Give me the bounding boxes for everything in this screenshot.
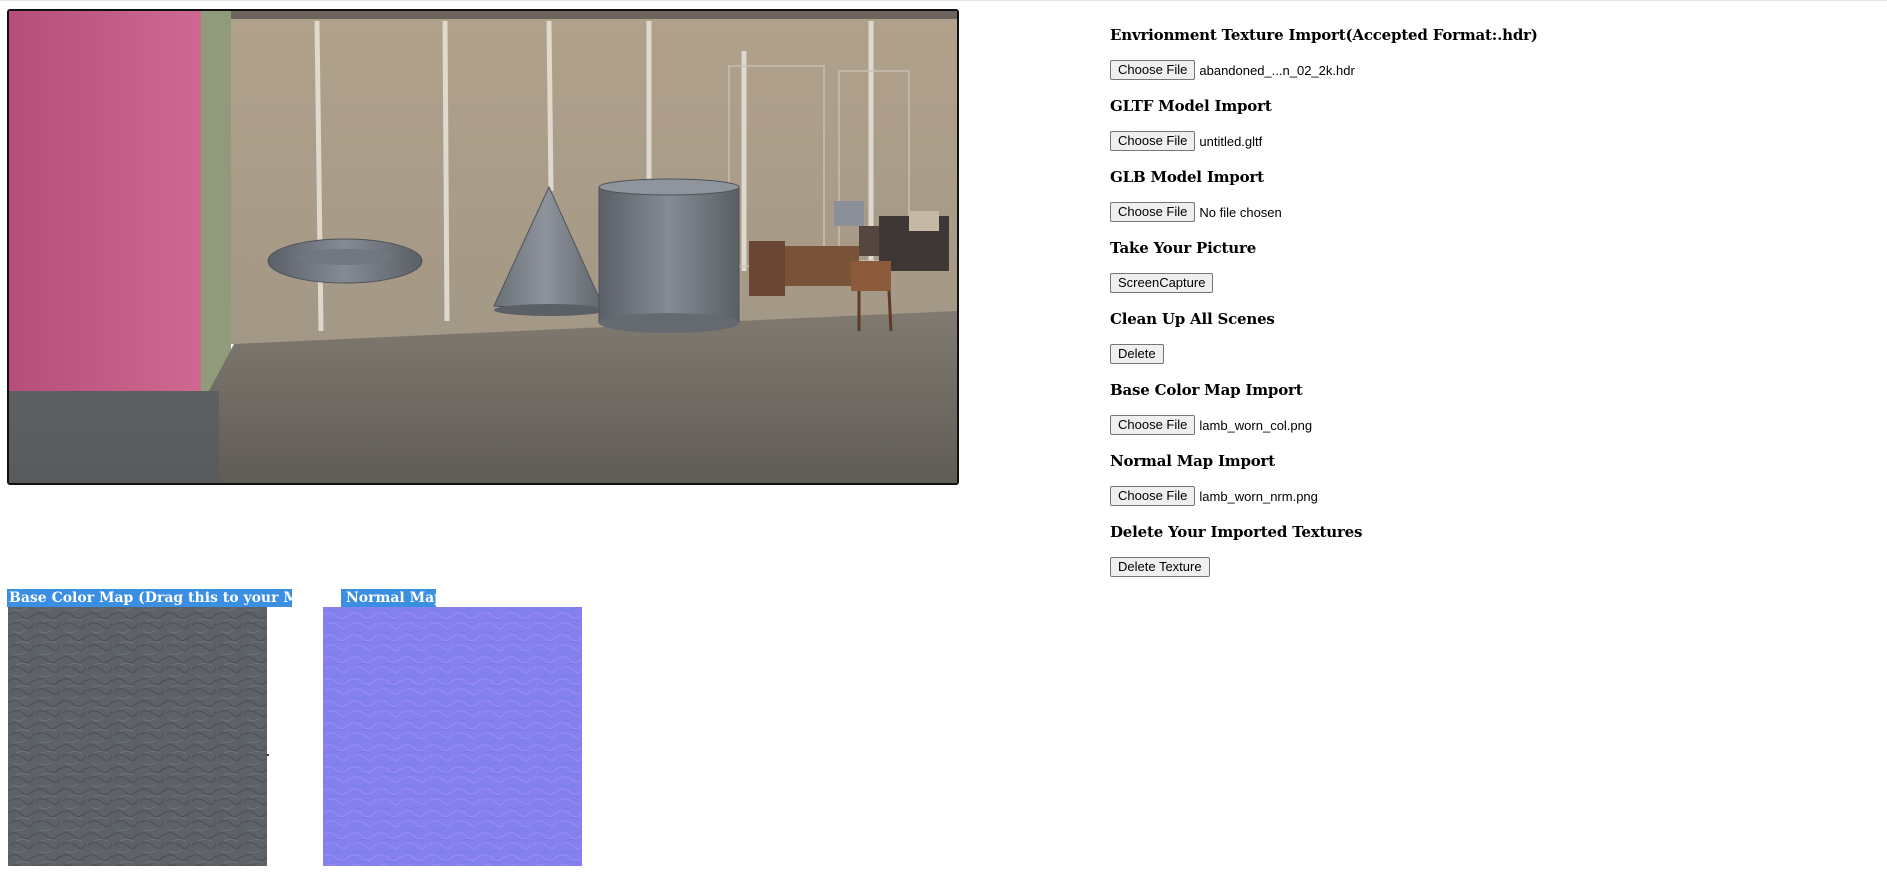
3d-viewport-canvas[interactable] xyxy=(7,9,959,485)
normal-map-file-input[interactable]: Choose File lamb_worn_nrm.png xyxy=(1110,486,1318,506)
env-choose-file-button[interactable]: Choose File xyxy=(1110,60,1196,80)
base-color-file-name: lamb_worn_col.png xyxy=(1199,417,1313,433)
glb-import-heading: GLB Model Import xyxy=(1110,168,1264,186)
normal-map-file-name: lamb_worn_nrm.png xyxy=(1199,488,1318,504)
cylinder-mesh[interactable] xyxy=(598,178,740,333)
gltf-file-name: untitled.gltf xyxy=(1199,133,1263,149)
delete-texture-row: Delete Texture xyxy=(1110,557,1210,577)
env-file-name: abandoned_...n_02_2k.hdr xyxy=(1199,62,1355,78)
base-color-map-swatch[interactable] xyxy=(8,607,267,866)
env-texture-heading: Envrionment Texture Import(Accepted Form… xyxy=(1110,26,1538,44)
base-color-choose-file-button[interactable]: Choose File xyxy=(1110,415,1196,435)
gltf-file-input[interactable]: Choose File untitled.gltf xyxy=(1110,131,1262,151)
normal-map-label: Normal Map xyxy=(341,589,436,607)
gltf-import-heading: GLTF Model Import xyxy=(1110,97,1272,115)
top-divider xyxy=(0,0,1887,1)
screencapture-button[interactable]: ScreenCapture xyxy=(1110,273,1214,293)
base-color-file-input[interactable]: Choose File lamb_worn_col.png xyxy=(1110,415,1312,435)
screencapture-row: ScreenCapture xyxy=(1110,273,1214,293)
normal-map-swatch[interactable] xyxy=(323,607,582,866)
drag-handle-mark xyxy=(266,754,269,756)
glb-file-input[interactable]: Choose File No file chosen xyxy=(1110,202,1282,222)
glb-file-name: No file chosen xyxy=(1199,204,1282,220)
delete-scenes-button[interactable]: Delete xyxy=(1110,344,1164,364)
normal-map-import-heading: Normal Map Import xyxy=(1110,452,1275,470)
pink-wall xyxy=(9,11,209,391)
torus-mesh[interactable] xyxy=(267,238,423,284)
floor-shadow xyxy=(9,391,219,483)
gltf-choose-file-button[interactable]: Choose File xyxy=(1110,131,1196,151)
delete-textures-heading: Delete Your Imported Textures xyxy=(1110,523,1363,541)
clean-up-heading: Clean Up All Scenes xyxy=(1110,310,1275,328)
base-color-import-heading: Base Color Map Import xyxy=(1110,381,1303,399)
env-texture-file-input[interactable]: Choose File abandoned_...n_02_2k.hdr xyxy=(1110,60,1355,80)
green-pillar xyxy=(201,11,231,391)
glb-choose-file-button[interactable]: Choose File xyxy=(1110,202,1196,222)
take-picture-heading: Take Your Picture xyxy=(1110,239,1257,257)
delete-scenes-row: Delete xyxy=(1110,344,1164,364)
delete-texture-button[interactable]: Delete Texture xyxy=(1110,557,1210,577)
base-color-map-label: Base Color Map (Drag this to your Mesh) xyxy=(7,589,292,607)
normal-map-choose-file-button[interactable]: Choose File xyxy=(1110,486,1196,506)
